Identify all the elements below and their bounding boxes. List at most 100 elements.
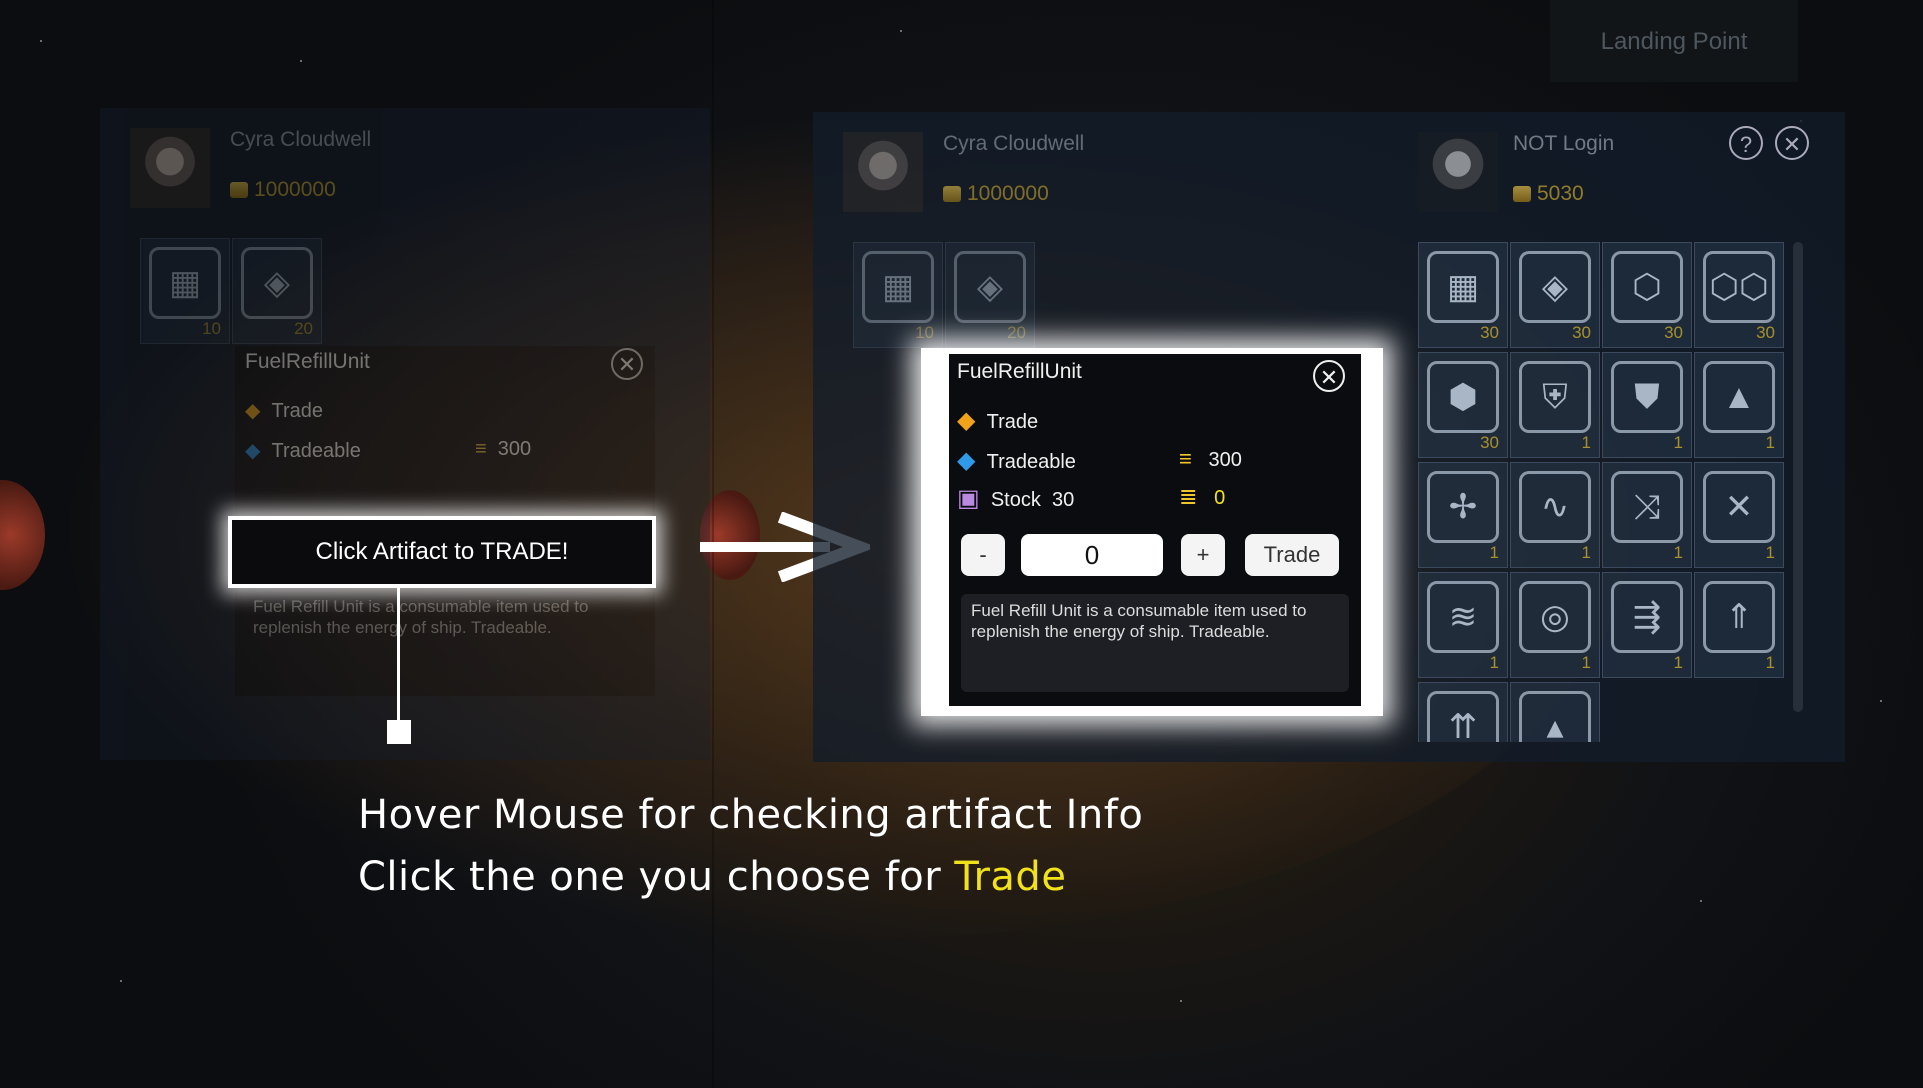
slot-count: 10	[202, 319, 221, 338]
player-coins: 1000000	[230, 178, 336, 202]
close-icon[interactable]: ✕	[1775, 126, 1809, 160]
trade-tag-row: ◆ Trade	[957, 406, 1038, 435]
coin-value: 1000000	[254, 178, 336, 201]
inventory-slot[interactable]: ◈ 20	[945, 242, 1035, 348]
double-hexagon-upgrade-icon: ⬡⬡	[1703, 251, 1775, 323]
tag-icon: ◆	[245, 400, 261, 422]
player-name: Cyra Cloudwell	[943, 132, 1085, 155]
slot-count: 1	[1581, 433, 1591, 452]
price-value: 300	[497, 438, 532, 460]
star	[120, 980, 122, 982]
slot-count: 1	[1765, 543, 1775, 562]
fuel-can-icon: ◈	[954, 251, 1026, 323]
shop-slot[interactable]: ∿ 1	[1510, 462, 1600, 568]
stock-label: Stock	[990, 489, 1041, 511]
caption-line-2: Click the one you choose for Trade	[358, 854, 1066, 900]
quantity-input[interactable]: 0	[1021, 534, 1163, 576]
trade-tooltip-body: FuelRefillUnit ✕ ◆ Trade ◆ Tradeable ≡ 3…	[949, 354, 1361, 706]
coin-icon	[230, 182, 248, 198]
shop-slot[interactable]: ≋ 1	[1418, 572, 1508, 678]
close-icon[interactable]: ✕	[1313, 360, 1345, 392]
slot-count: 30	[1572, 323, 1591, 342]
slot-count: 1	[1765, 433, 1775, 452]
caption-line-2-text: Click the one you choose for	[358, 854, 955, 900]
shop-slot[interactable]: ⇶ 1	[1602, 572, 1692, 678]
coin-value: 1000000	[967, 182, 1049, 205]
avatar	[130, 128, 210, 208]
target-icon: ◎	[1519, 581, 1591, 653]
star	[900, 30, 902, 32]
shop-slot[interactable]: ▦ 30	[1418, 242, 1508, 348]
shop-slot[interactable]: ⬡⬡ 30	[1694, 242, 1784, 348]
left-inventory-panel: Cyra Cloudwell 1000000 ▦ 10 ◈ 20 FuelRef…	[100, 108, 710, 760]
handshake-icon: ◆	[245, 440, 261, 462]
gold-bars-icon: ▦	[1427, 251, 1499, 323]
gold-bars-icon: ▦	[149, 247, 221, 319]
red-planet-left	[0, 480, 45, 590]
owned-value: 0	[1214, 487, 1226, 509]
arrows-up-icon: ⇈	[1427, 691, 1499, 742]
shop-slot[interactable]: ⇑ 1	[1694, 572, 1784, 678]
inventory-slot[interactable]: ▦ 10	[853, 242, 943, 348]
shop-slot[interactable]: ⬢ 30	[1418, 352, 1508, 458]
shop-slot[interactable]: ◈ 30	[1510, 242, 1600, 348]
stock-value: 30	[1051, 489, 1075, 511]
trade-button[interactable]: Trade	[1245, 534, 1339, 576]
close-icon[interactable]: ✕	[611, 348, 643, 380]
fuel-can-icon: ◈	[1519, 251, 1591, 323]
callout-pointer-end	[387, 720, 411, 744]
shop-slot[interactable]: ▴	[1510, 682, 1600, 742]
player-name: Cyra Cloudwell	[230, 128, 372, 151]
decrease-button[interactable]: -	[961, 534, 1005, 576]
slot-count: 10	[915, 323, 934, 342]
tradeable-text: Tradeable	[271, 440, 361, 462]
other-player-coins: 5030	[1513, 182, 1584, 206]
tooltip-title: FuelRefillUnit	[245, 350, 370, 373]
landing-point-button[interactable]: Landing Point	[1550, 0, 1798, 82]
slot-count: 1	[1581, 543, 1591, 562]
star	[40, 40, 42, 42]
slot-count: 20	[1007, 323, 1026, 342]
coin-value: 5030	[1537, 182, 1584, 205]
gold-bars-icon: ▦	[862, 251, 934, 323]
slot-count: 30	[1756, 323, 1775, 342]
shop-slot[interactable]: ⬡ 30	[1602, 242, 1692, 348]
shop-slot[interactable]: ⤨ 1	[1602, 462, 1692, 568]
trade-label: Trade	[986, 411, 1039, 433]
slot-count: 1	[1489, 653, 1499, 672]
shop-scrollbar[interactable]	[1793, 242, 1803, 712]
shop-slot[interactable]: ▲ 1	[1694, 352, 1784, 458]
inventory-slot[interactable]: ◈ 20	[232, 238, 322, 344]
split-arrows-icon: ⇶	[1611, 581, 1683, 653]
caption-highlight: Trade	[954, 854, 1067, 900]
callout-pointer-line	[397, 588, 400, 726]
handshake-icon: ◆	[957, 447, 976, 474]
fuel-can-icon: ◈	[241, 247, 313, 319]
shop-slot[interactable]: ⇈	[1418, 682, 1508, 742]
shop-slot[interactable]: ◎ 1	[1510, 572, 1600, 678]
tooltip-title: FuelRefillUnit	[957, 360, 1082, 383]
shop-slot[interactable]: ⛊ 1	[1602, 352, 1692, 458]
increase-button[interactable]: +	[1181, 534, 1225, 576]
slot-count: 20	[294, 319, 313, 338]
inventory-slot[interactable]: ▦ 10	[140, 238, 230, 344]
hexagon-upgrade-icon: ⬡	[1611, 251, 1683, 323]
coin-icon	[1513, 186, 1531, 202]
star	[300, 60, 302, 62]
slot-count: 1	[1765, 653, 1775, 672]
help-icon[interactable]: ?	[1729, 126, 1763, 160]
shield-icon: ⛊	[1611, 361, 1683, 433]
slot-count: 30	[1480, 323, 1499, 342]
shop-slot[interactable]: ✢ 1	[1418, 462, 1508, 568]
shop-grid: ▦ 30 ◈ 30 ⬡ 30 ⬡⬡ 30 ⬢ 30 ⛨ 1 ⛊ 1 ▲ 1 ✢ 1 ∿ 1 ⤨ 1 ✕…	[1418, 242, 1788, 742]
caption-line-1: Hover Mouse for checking artifact Info	[358, 792, 1144, 838]
tradeable-label: ◆ Tradeable	[245, 438, 361, 463]
shop-slot[interactable]: ✕ 1	[1694, 462, 1784, 568]
owned-row: ≣ 0	[1179, 484, 1225, 510]
slot-count: 1	[1489, 543, 1499, 562]
shop-slot[interactable]: ⛨ 1	[1510, 352, 1600, 458]
callout-text: Click Artifact to TRADE!	[315, 538, 569, 565]
triple-hexagon-upgrade-icon: ⬢	[1427, 361, 1499, 433]
tradeable-text: Tradeable	[986, 451, 1076, 473]
trade-tooltip: FuelRefillUnit ✕ ◆ Trade ◆ Tradeable ≡ 3…	[921, 348, 1383, 716]
